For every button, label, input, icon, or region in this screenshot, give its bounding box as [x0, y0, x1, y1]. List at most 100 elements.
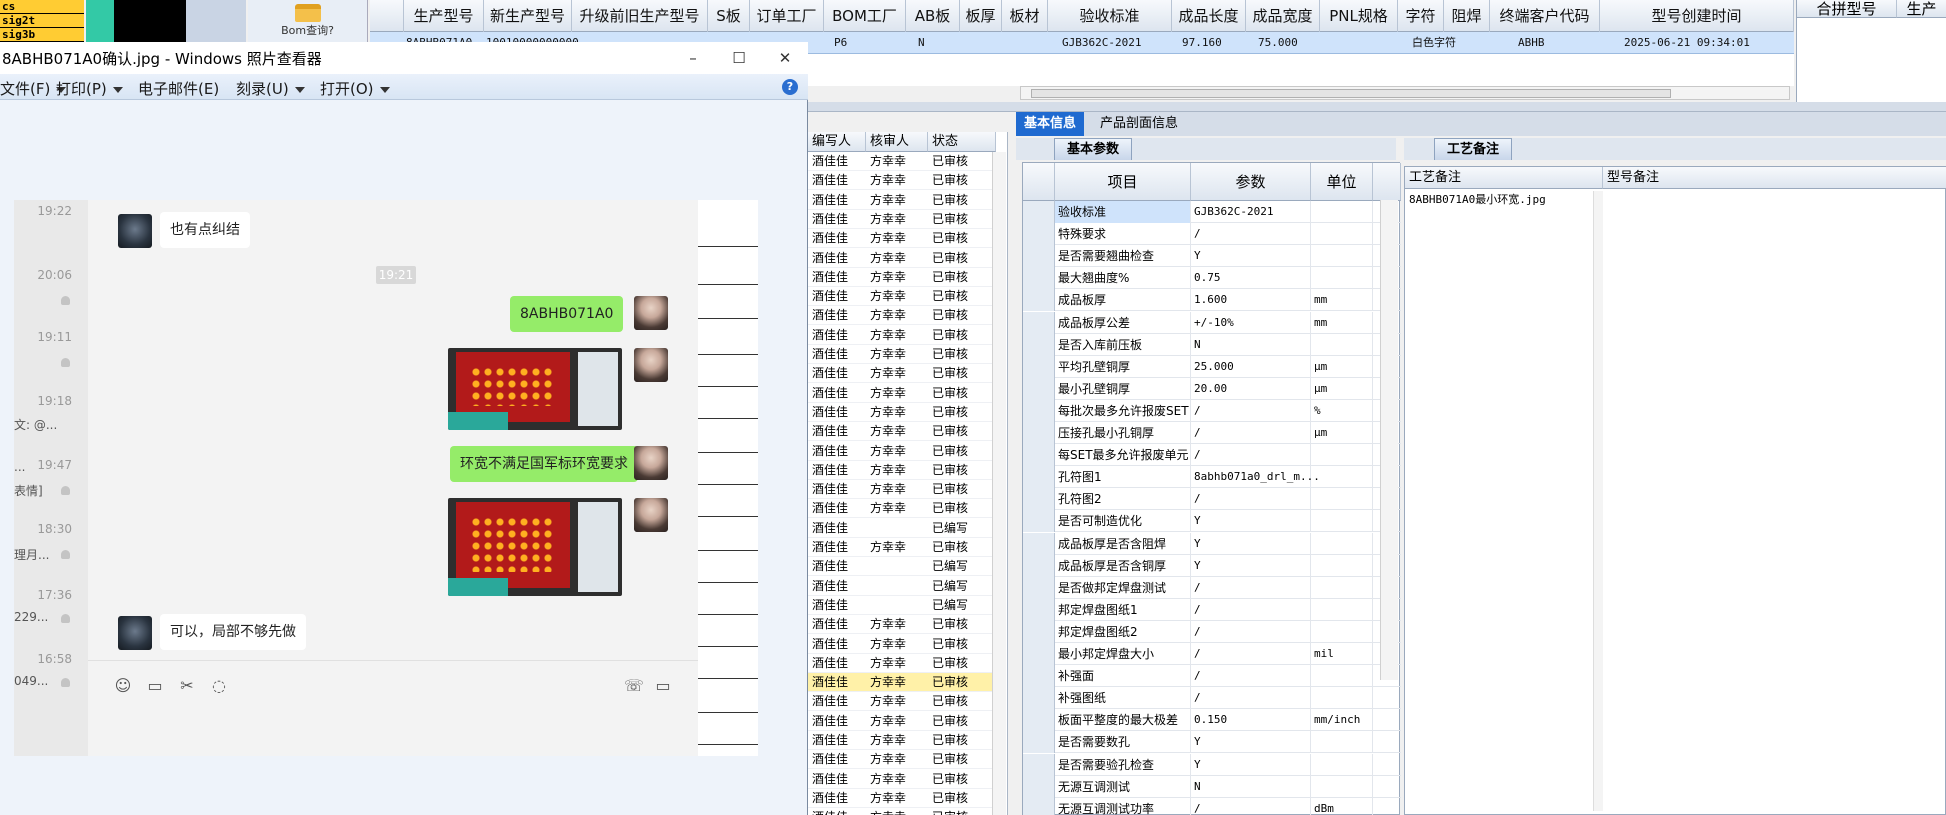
- table-row[interactable]: 成品板厚是否含铜厚 Y: [1023, 554, 1401, 577]
- col-production[interactable]: 生产: [1897, 0, 1946, 18]
- list-item[interactable]: 酒佳佳 方幸幸 已审核: [808, 750, 996, 770]
- col-length[interactable]: 成品长度: [1172, 0, 1246, 32]
- list-item[interactable]: 酒佳佳 方幸幸 已审核: [808, 268, 996, 287]
- param-value-cell[interactable]: /: [1191, 576, 1311, 599]
- table-row[interactable]: 压接孔最小孔铜厚 / μm: [1023, 422, 1401, 444]
- param-value-cell[interactable]: /: [1191, 488, 1311, 511]
- menu-email[interactable]: 电子邮件(E): [138, 78, 219, 99]
- tab-section-info[interactable]: 产品剖面信息: [1092, 112, 1186, 136]
- col-customer[interactable]: 终端客户代码: [1490, 0, 1600, 32]
- param-value-cell[interactable]: Y: [1191, 532, 1311, 555]
- col-ab-board[interactable]: AB板: [906, 0, 960, 32]
- param-value-cell[interactable]: N: [1191, 333, 1311, 356]
- list-item[interactable]: 酒佳佳 方幸幸 已审核: [808, 326, 996, 345]
- col-bom-factory[interactable]: BOM工厂: [824, 0, 906, 32]
- table-row[interactable]: 每批次最多允许报废SET /%: [1023, 399, 1401, 422]
- table-row[interactable]: 特殊要求 /: [1023, 223, 1401, 246]
- col-thickness[interactable]: 板厚: [960, 0, 1002, 32]
- table-row[interactable]: 验收标准 GJB362C-2021: [1023, 201, 1401, 223]
- list-item[interactable]: 酒佳佳 方幸幸 已审核: [808, 364, 996, 384]
- col-new-model[interactable]: 新生产型号: [484, 0, 572, 32]
- list-item[interactable]: 酒佳佳 方幸幸 已审核: [808, 461, 996, 480]
- vertical-scrollbar[interactable]: [992, 152, 1006, 815]
- param-value-cell[interactable]: Y: [1191, 753, 1311, 776]
- param-value-cell[interactable]: /: [1191, 598, 1311, 621]
- param-value-cell[interactable]: +/-10%: [1191, 311, 1311, 334]
- help-icon[interactable]: ?: [782, 79, 798, 95]
- col-param[interactable]: 参数: [1191, 163, 1311, 201]
- list-item[interactable]: 酒佳佳 方幸幸 已审核: [808, 538, 996, 557]
- list-item[interactable]: 酒佳佳 方幸幸 已审核: [808, 287, 996, 307]
- table-row[interactable]: 板面平整度的最大极差 0.150 mm/inch: [1023, 709, 1401, 732]
- col-created[interactable]: 型号创建时间: [1600, 0, 1794, 32]
- list-item[interactable]: 酒佳佳 方幸幸 已审核: [808, 384, 996, 403]
- param-value-cell[interactable]: Y: [1191, 731, 1311, 754]
- table-row[interactable]: 是否需要翘曲检查 Y: [1023, 245, 1401, 268]
- col-model-note[interactable]: 型号备注: [1603, 167, 1946, 189]
- param-value-cell[interactable]: /: [1191, 665, 1311, 688]
- list-item[interactable]: 酒佳佳 方幸幸 已审核: [808, 210, 996, 229]
- table-row[interactable]: 平均孔壁铜厚 25.000 μm: [1023, 355, 1401, 378]
- param-value-cell[interactable]: Y: [1191, 554, 1311, 577]
- splitter[interactable]: [808, 102, 1946, 112]
- list-item[interactable]: 酒佳佳 方幸幸 已审核: [808, 692, 996, 712]
- list-item[interactable]: 酒佳佳 方幸幸 已审核: [808, 442, 996, 461]
- menu-print[interactable]: 打印(P): [56, 78, 123, 99]
- param-value-cell[interactable]: /: [1191, 422, 1311, 444]
- col-s-board[interactable]: S板: [708, 0, 750, 32]
- param-value-cell[interactable]: /: [1191, 643, 1311, 665]
- list-item[interactable]: 酒佳佳 已编写: [808, 577, 996, 596]
- col-standard[interactable]: 验收标准: [1048, 0, 1172, 32]
- signal-item[interactable]: sig3b: [0, 28, 84, 41]
- bom-query-button[interactable]: Bom查询?: [248, 0, 368, 42]
- table-row[interactable]: 每SET最多允许报废单元 /: [1023, 444, 1401, 467]
- param-value-cell[interactable]: 25.000: [1191, 355, 1311, 378]
- menu-burn[interactable]: 刻录(U): [236, 78, 305, 99]
- table-row[interactable]: 是否做邦定焊盘测试 /: [1023, 576, 1401, 599]
- table-row[interactable]: 孔符图1 8abhb071a0_drl_m...: [1023, 466, 1401, 489]
- table-row[interactable]: 最小邦定焊盘大小 / mil: [1023, 643, 1401, 665]
- scroll-thumb[interactable]: [1031, 89, 1671, 98]
- table-row[interactable]: 是否需要数孔 Y: [1023, 731, 1401, 754]
- param-value-cell[interactable]: N: [1191, 775, 1311, 798]
- col-solder[interactable]: 阻焊: [1444, 0, 1490, 32]
- col-prod-model[interactable]: 生产型号: [404, 0, 484, 32]
- list-item[interactable]: 酒佳佳 方幸幸 已审核: [808, 229, 996, 249]
- col-craft-note[interactable]: 工艺备注: [1405, 167, 1603, 189]
- list-item[interactable]: 酒佳佳 方幸幸 已审核: [808, 615, 996, 635]
- tab-craft-note[interactable]: 工艺备注: [1434, 138, 1513, 160]
- table-row[interactable]: 是否需要验孔检查 Y: [1023, 753, 1401, 776]
- list-item[interactable]: 酒佳佳 方幸幸 已审核: [808, 789, 996, 808]
- param-value-cell[interactable]: Y: [1191, 245, 1311, 268]
- table-row[interactable]: 是否入库前压板 N: [1023, 333, 1401, 356]
- signal-item[interactable]: cs: [0, 0, 84, 13]
- param-scrollbar[interactable]: [1380, 200, 1398, 680]
- close-button[interactable]: ✕: [762, 44, 808, 72]
- param-value-cell[interactable]: 1.600: [1191, 289, 1311, 312]
- col-old-model[interactable]: 升级前旧生产型号: [572, 0, 708, 32]
- param-value-cell[interactable]: 0.150: [1191, 709, 1311, 732]
- col-material[interactable]: 板材: [1002, 0, 1048, 32]
- param-value-cell[interactable]: GJB362C-2021: [1191, 201, 1311, 223]
- maximize-button[interactable]: ☐: [716, 44, 762, 72]
- horizontal-scrollbar[interactable]: [1020, 86, 1790, 100]
- param-value-cell[interactable]: /: [1191, 444, 1311, 467]
- param-value-cell[interactable]: 0.75: [1191, 267, 1311, 290]
- table-row[interactable]: 成品板厚是否含阻焊 Y: [1023, 532, 1401, 555]
- list-item[interactable]: 酒佳佳 方幸幸 已审核: [808, 673, 996, 693]
- table-row[interactable]: 是否可制造优化 Y: [1023, 510, 1401, 533]
- param-value-cell[interactable]: /: [1191, 797, 1311, 815]
- list-item[interactable]: 酒佳佳 方幸幸 已审核: [808, 191, 996, 210]
- craft-note-value[interactable]: 8ABHB071A0最小环宽.jpg: [1407, 191, 1597, 207]
- list-item[interactable]: 酒佳佳 方幸幸 已审核: [808, 249, 996, 268]
- table-row[interactable]: 无源互调测试 N: [1023, 775, 1401, 798]
- param-value-cell[interactable]: Y: [1191, 510, 1311, 533]
- list-item[interactable]: 酒佳佳 方幸幸 已审核: [808, 345, 996, 364]
- list-item[interactable]: 酒佳佳 已编写: [808, 596, 996, 615]
- list-item[interactable]: 酒佳佳 方幸幸 已审核: [808, 152, 996, 171]
- col-item[interactable]: 项目: [1055, 163, 1191, 201]
- table-row[interactable]: 无源互调测试功率 / dBm: [1023, 797, 1401, 815]
- list-item[interactable]: 酒佳佳 方幸幸 已审核: [808, 171, 996, 191]
- col-reviewer[interactable]: 核审人: [866, 132, 928, 152]
- param-value-cell[interactable]: /: [1191, 620, 1311, 643]
